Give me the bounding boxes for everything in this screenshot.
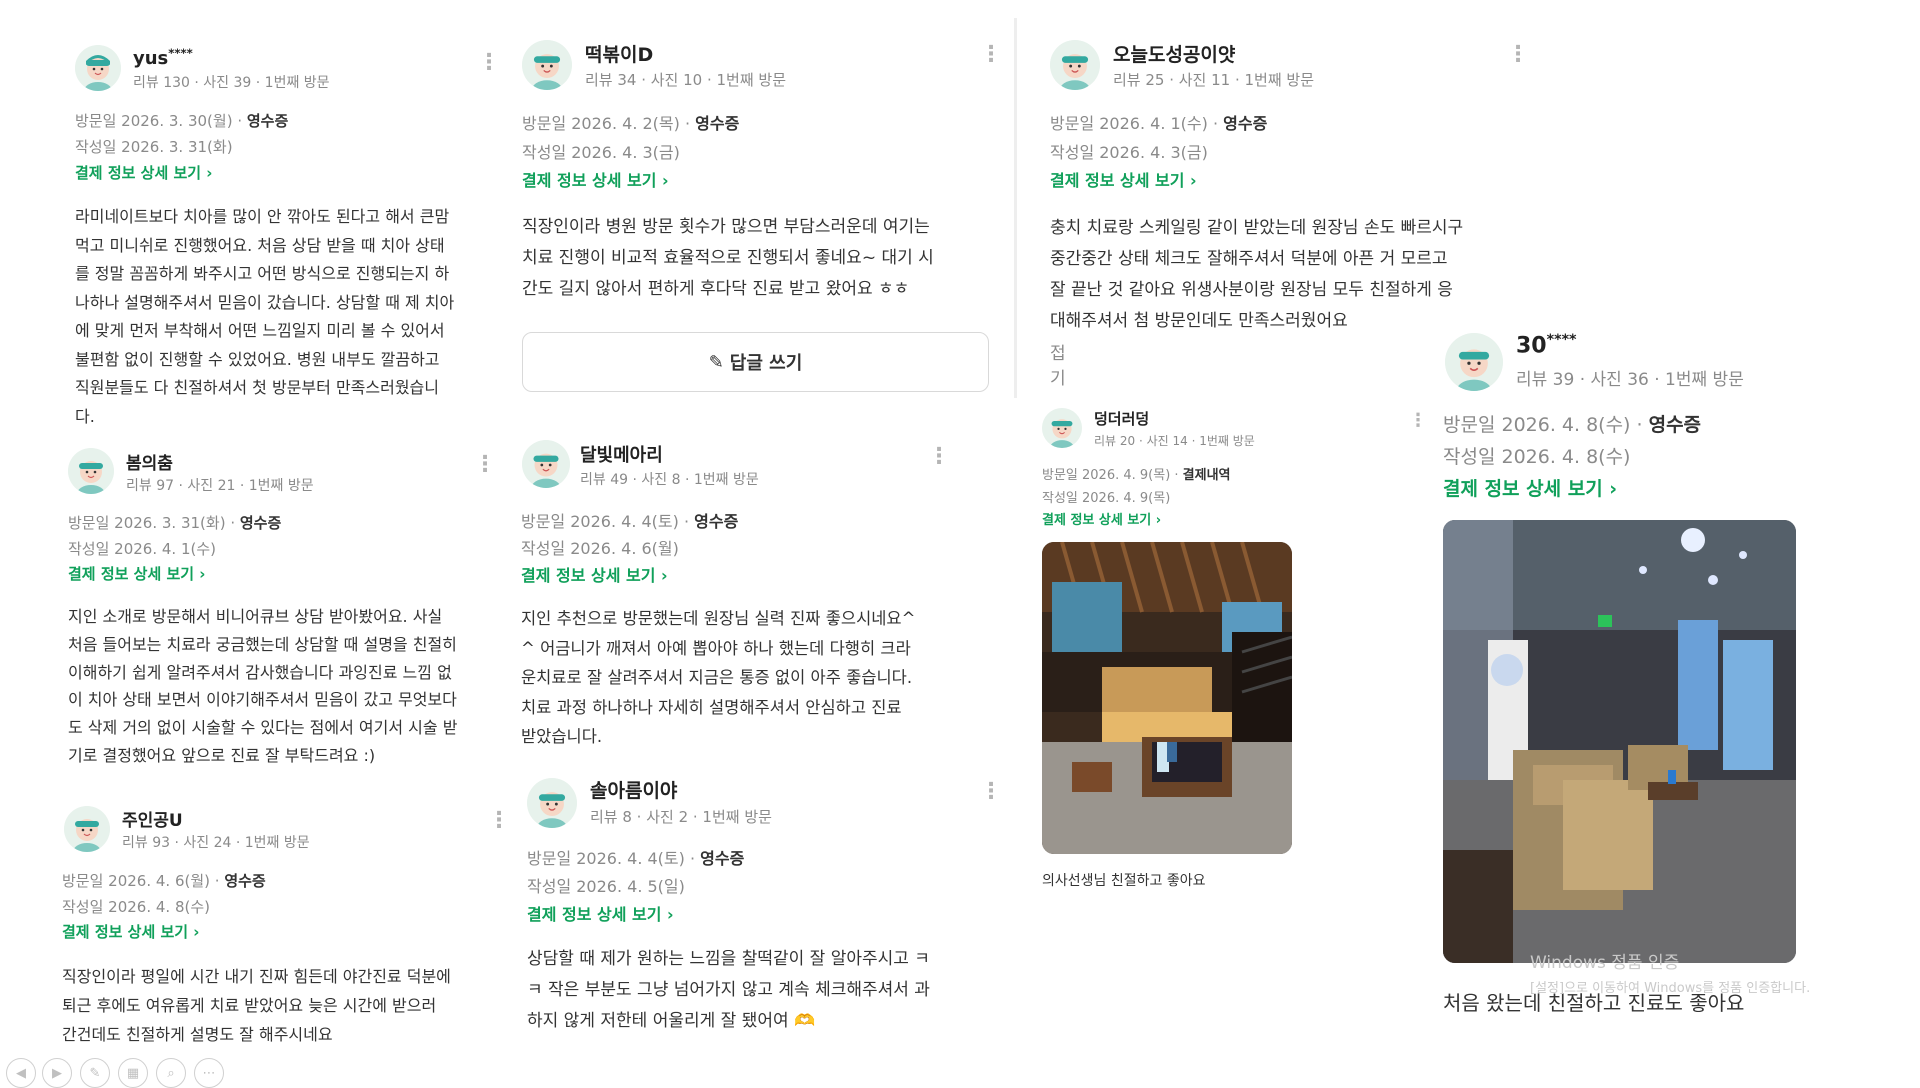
visit-date: 방문일 2026. 3. 30(월) · 영수증 [75, 112, 289, 130]
payment-detail-link[interactable]: 결제 정보 상세 보기 › [68, 563, 205, 584]
review-photo-lobby[interactable] [1042, 542, 1292, 854]
avatar[interactable] [75, 45, 121, 91]
column-divider [1014, 18, 1017, 398]
more-vertical-icon[interactable]: ⋮ [1507, 44, 1529, 66]
reviewer-name[interactable]: yus**** [133, 46, 193, 69]
avatar-icon [522, 440, 570, 488]
pencil-icon: ✎ [708, 351, 724, 373]
written-date: 작성일 2026. 4. 5(일) [527, 877, 685, 896]
more-vertical-icon[interactable]: ⋮ [474, 454, 496, 476]
reviewer-stats: 리뷰 20 · 사진 14 · 1번째 방문 [1094, 434, 1255, 448]
visit-date: 방문일 2026. 4. 1(수) · 영수증 [1050, 114, 1268, 133]
windows-activation-title: Windows 정품 인증 [1530, 953, 1680, 973]
reviewer-name[interactable]: 떡볶이D [585, 40, 653, 67]
written-date: 작성일 2026. 4. 6(월) [521, 539, 679, 558]
visit-date: 방문일 2026. 4. 6(월) · 영수증 [62, 872, 266, 890]
payment-detail-link[interactable]: 결제 정보 상세 보기 › [62, 921, 199, 942]
next-slide-icon[interactable]: ▶ [42, 1058, 72, 1088]
visit-date: 방문일 2026. 4. 2(목) · 영수증 [522, 114, 740, 133]
reviewer-name[interactable]: 30**** [1516, 332, 1577, 358]
written-date: 작성일 2026. 4. 1(수) [68, 540, 217, 558]
reviewer-stats: 리뷰 49 · 사진 8 · 1번째 방문 [580, 472, 759, 488]
slides-grid-icon[interactable]: ▦ [118, 1058, 148, 1088]
payment-detail-link[interactable]: 결제 정보 상세 보기 › [522, 167, 669, 191]
avatar-icon [1042, 408, 1082, 448]
collapse-button[interactable]: 접기 [1050, 339, 1066, 389]
payment-detail-link[interactable]: 결제 정보 상세 보기 › [521, 562, 668, 586]
reviewer-name[interactable]: 오늘도성공이얏 [1113, 40, 1235, 67]
reviewer-stats: 리뷰 8 · 사진 2 · 1번째 방문 [590, 808, 772, 826]
avatar-icon [64, 806, 110, 852]
reviewer-stats: 리뷰 25 · 사진 11 · 1번째 방문 [1113, 71, 1315, 89]
reviewer-stats: 리뷰 130 · 사진 39 · 1번째 방문 [133, 75, 330, 91]
reviewer-stats: 리뷰 93 · 사진 24 · 1번째 방문 [122, 835, 310, 851]
written-date: 작성일 2026. 4. 8(수) [1443, 446, 1631, 468]
avatar-icon [75, 45, 121, 91]
avatar-icon [1050, 40, 1100, 90]
windows-activation-text: [설정]으로 이동하여 Windows를 정품 인증합니다. [1530, 981, 1811, 996]
review-text: 직장인이라 병원 방문 횟수가 많으면 부담스러운데 여기는 치료 진행이 비교적… [522, 217, 934, 299]
avatar[interactable] [522, 440, 570, 488]
more-options-icon[interactable]: ⋯ [194, 1058, 224, 1088]
avatar[interactable] [64, 806, 110, 852]
avatar-icon [522, 40, 572, 90]
written-date: 작성일 2026. 4. 3(금) [1050, 143, 1208, 162]
avatar[interactable] [68, 448, 114, 494]
payment-detail-link[interactable]: 결제 정보 상세 보기 › [527, 901, 674, 925]
reviewer-stats: 리뷰 34 · 사진 10 · 1번째 방문 [585, 71, 787, 89]
payment-detail-link[interactable]: 결제 정보 상세 보기 › [1443, 474, 1617, 501]
payment-detail-link[interactable]: 결제 정보 상세 보기 › [1042, 509, 1161, 528]
avatar[interactable] [1042, 408, 1082, 448]
visit-date: 방문일 2026. 4. 9(목) · 결제내역 [1042, 468, 1231, 483]
reviewer-stats: 리뷰 97 · 사진 21 · 1번째 방문 [126, 478, 314, 494]
more-vertical-icon[interactable]: ⋮ [488, 810, 510, 832]
more-vertical-icon[interactable]: ⋮ [478, 52, 500, 74]
avatar[interactable] [527, 778, 577, 828]
avatar-icon [68, 448, 114, 494]
written-date: 작성일 2026. 3. 31(화) [75, 138, 233, 156]
visit-date: 방문일 2026. 3. 31(화) · 영수증 [68, 514, 282, 532]
zoom-icon[interactable]: ⌕ [156, 1058, 186, 1088]
reviewer-name[interactable]: 덩더러덩 [1094, 408, 1149, 429]
review-text: 라미네이트보다 치아를 많이 안 깎아도 된다고 해서 큰맘 먹고 미니쉬로 진행… [75, 207, 455, 426]
review-text: 의사선생님 친절하고 좋아요 [1042, 873, 1206, 889]
avatar-icon [1445, 333, 1503, 391]
reviewer-stats: 리뷰 39 · 사진 36 · 1번째 방문 [1516, 370, 1744, 390]
more-vertical-icon[interactable]: ⋮ [1409, 412, 1427, 430]
avatar[interactable] [1050, 40, 1100, 90]
avatar-icon [527, 778, 577, 828]
pen-icon[interactable]: ✎ [80, 1058, 110, 1088]
review-text: 직장인이라 평일에 시간 내기 진짜 힘든데 야간진료 덕분에 퇴근 후에도 여유… [62, 967, 451, 1044]
review-text: 지인 추천으로 방문했는데 원장님 실력 진짜 좋으시네요^ ^ 어금니가 깨져서… [521, 609, 916, 746]
visit-date: 방문일 2026. 4. 4(토) · 영수증 [527, 849, 745, 868]
avatar[interactable] [1445, 333, 1503, 391]
more-vertical-icon[interactable]: ⋮ [928, 446, 950, 468]
payment-detail-link[interactable]: 결제 정보 상세 보기 › [75, 162, 212, 183]
review-text: 충치 치료랑 스케일링 같이 받았는데 원장님 손도 빠르시구 중간중간 상태 체… [1050, 218, 1464, 331]
waiting-room-photo [1443, 520, 1796, 963]
more-vertical-icon[interactable]: ⋮ [980, 44, 1002, 66]
heart-hands-emoji-icon: 🫶 [794, 1011, 816, 1031]
reviewer-name[interactable]: 솔아름이야 [590, 776, 677, 803]
reviewer-name[interactable]: 봄의춤 [126, 449, 173, 474]
review-text: 상담할 때 제가 원하는 느낌을 찰떡같이 잘 알아주시고 ㅋㅋ 작은 부분도 … [527, 949, 930, 1031]
more-vertical-icon[interactable]: ⋮ [980, 781, 1002, 803]
review-photo-waiting-room[interactable] [1443, 520, 1796, 963]
avatar[interactable] [522, 40, 572, 90]
previous-slide-icon[interactable]: ◀ [6, 1058, 36, 1088]
write-reply-button[interactable]: ✎ 답글 쓰기 [522, 332, 989, 392]
visit-date: 방문일 2026. 4. 8(수) · 영수증 [1443, 414, 1702, 436]
reviewer-name[interactable]: 달빛메아리 [580, 441, 663, 467]
reviewer-name[interactable]: 주인공U [122, 806, 183, 831]
review-text: 지인 소개로 방문해서 비니어큐브 상담 받아봤어요. 사실 처음 들어보는 치료… [68, 607, 458, 765]
written-date: 작성일 2026. 4. 9(목) [1042, 491, 1171, 506]
written-date: 작성일 2026. 4. 8(수) [62, 898, 211, 916]
clinic-lobby-photo [1042, 542, 1292, 854]
visit-date: 방문일 2026. 4. 4(토) · 영수증 [521, 512, 739, 531]
payment-detail-link[interactable]: 결제 정보 상세 보기 › [1050, 167, 1197, 191]
written-date: 작성일 2026. 4. 3(금) [522, 143, 680, 162]
